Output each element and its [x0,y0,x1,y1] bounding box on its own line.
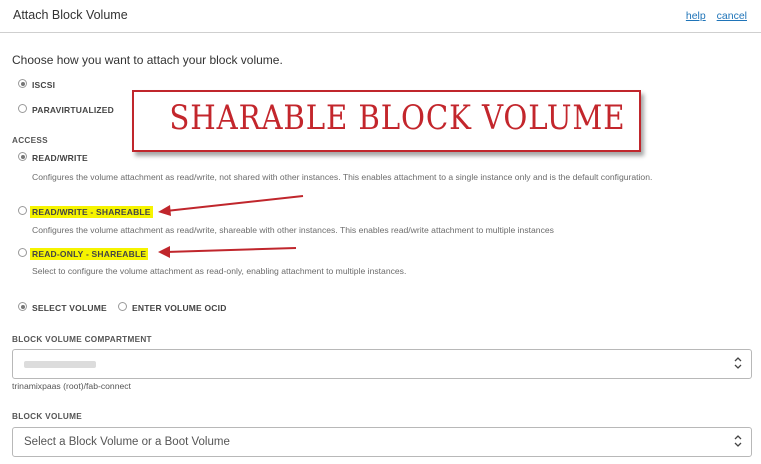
callout-text: SHARABLE BLOCK VOLUME [169,98,626,138]
annotation-callout: SHARABLE BLOCK VOLUME [132,90,641,152]
annotation-arrows [158,195,304,258]
